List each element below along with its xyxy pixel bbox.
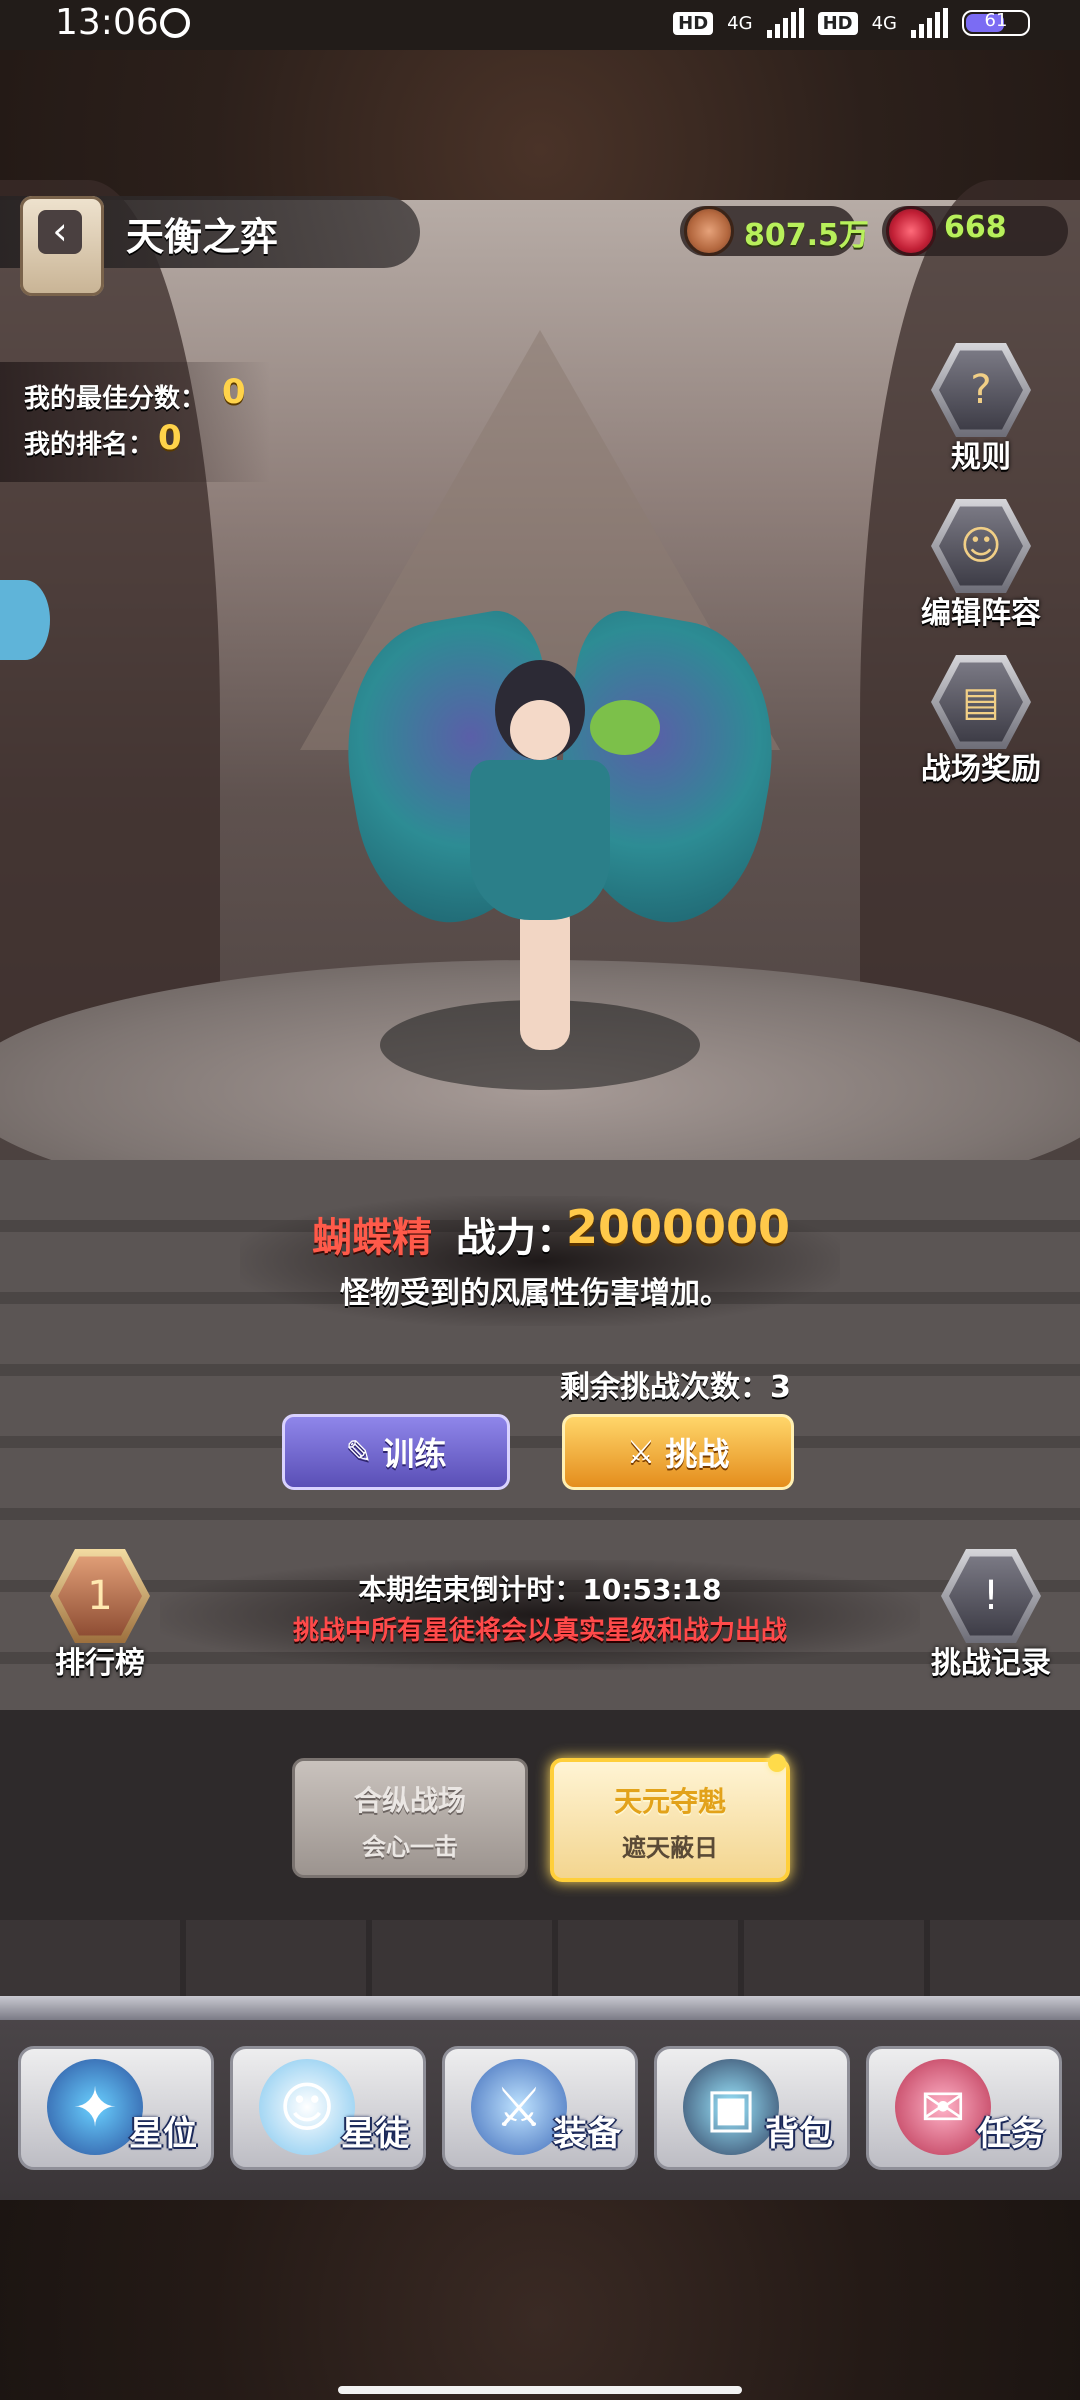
mode-tab-hezong[interactable]: 合纵战场 会心一击 [292, 1758, 528, 1878]
character-face [510, 700, 570, 760]
rules-label: 规则 [951, 440, 1011, 475]
rules-button[interactable]: ? 规则 [926, 340, 1036, 476]
mode-title: 天元夺魁 [613, 1785, 726, 1818]
mode-subtitle: 会心一击 [362, 1833, 458, 1861]
nav-xingwei[interactable]: ✦ 星位 [18, 2046, 214, 2170]
hd-badge: HD [673, 11, 714, 35]
power-label: 战力： [456, 1215, 576, 1261]
warning-text: 挑战中所有星徒将会以真实星级和战力出战 [292, 1616, 787, 1646]
scroll-question-icon: ? [939, 350, 1023, 430]
home-indicator[interactable] [338, 2386, 742, 2394]
nav-renwu[interactable]: ✉ 任务 [866, 2046, 1062, 2170]
edit-lineup-label: 编辑阵容 [921, 596, 1041, 631]
network-type-2: 4G [871, 12, 897, 34]
best-score-value: 0 [222, 372, 246, 412]
coin-icon [684, 206, 734, 256]
slime-creature [0, 580, 50, 660]
character-dress [470, 760, 610, 920]
chevron-left-icon[interactable]: ‹ [38, 210, 82, 254]
frog-mask [590, 700, 660, 755]
edit-lineup-button[interactable]: ☺ 编辑阵容 [906, 496, 1056, 632]
bottom-frame [0, 2200, 1080, 2400]
gem-amount: 668 [944, 210, 1007, 245]
nav-xingtu[interactable]: ☺ 星徒 [230, 2046, 426, 2170]
nav-label: 星位 [129, 2114, 197, 2154]
status-time: 13:06 [55, 2, 159, 43]
battery-icon: 61 [962, 10, 1030, 36]
mode-subtitle: 遮天蔽日 [622, 1834, 718, 1862]
people-icon: ☺ [939, 506, 1023, 586]
nav-label: 背包 [765, 2114, 833, 2154]
rank-label: 我的排名： [24, 430, 155, 460]
nav-zhuangbei[interactable]: ⚔ 装备 [442, 2046, 638, 2170]
rewards-label: 战场奖励 [921, 752, 1041, 787]
power-value: 2000000 [566, 1200, 791, 1254]
challenge-label: 挑战 [665, 1435, 730, 1473]
countdown-text: 本期结束倒计时：10:53:18 [358, 1573, 722, 1606]
top-frame [0, 50, 1080, 200]
rank-value: 0 [158, 418, 182, 458]
notification-dot [768, 1754, 786, 1772]
coin-amount: 807.5万 [744, 218, 869, 253]
nav-label: 任务 [977, 2114, 1045, 2154]
nav-label: 星徒 [341, 2114, 409, 2154]
mode-title: 合纵战场 [353, 1784, 466, 1817]
signal-icon [766, 8, 804, 38]
hex-frame: ▤ [931, 655, 1031, 749]
alarm-icon [160, 8, 190, 38]
page-title: 天衡之弈 [126, 215, 279, 259]
best-score-label: 我的最佳分数： [24, 384, 207, 414]
network-type: 4G [727, 12, 753, 34]
nav-label: 装备 [553, 2114, 621, 2154]
mode-tab-tianyuan[interactable]: 天元夺魁 遮天蔽日 [550, 1758, 790, 1882]
hd-badge-2: HD [817, 11, 858, 35]
boss-name: 蝴蝶精 [312, 1215, 432, 1261]
broom-icon: ✎ [345, 1433, 373, 1471]
signal-icon-2 [911, 8, 948, 38]
nav-rail [0, 1996, 1080, 2020]
hex-frame: ☺ [931, 499, 1031, 593]
gem-icon [886, 206, 936, 256]
hex-frame: ? [931, 343, 1031, 437]
nav-beibao[interactable]: ▣ 背包 [654, 2046, 850, 2170]
train-button[interactable]: ✎ 训练 [282, 1414, 510, 1490]
challenge-button[interactable]: ⚔ 挑战 [562, 1414, 794, 1490]
train-label: 训练 [382, 1435, 447, 1473]
crossed-swords-icon: ⚔ [626, 1433, 656, 1471]
remaining-attempts: 剩余挑战次数：3 [560, 1370, 791, 1405]
status-icons: HD 4G HD 4G 61 [673, 8, 1030, 38]
boss-description: 怪物受到的风属性伤害增加。 [340, 1276, 730, 1311]
rewards-button[interactable]: ▤ 战场奖励 [906, 652, 1056, 788]
chest-icon: ▤ [939, 662, 1023, 742]
floor-tiles [0, 1920, 1080, 2000]
character-legs [520, 900, 570, 1050]
